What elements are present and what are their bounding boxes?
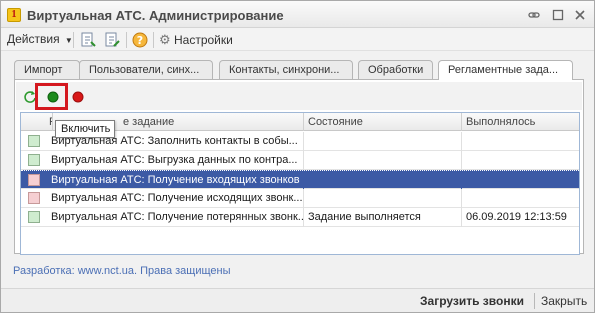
tab-panel-scheduled-tasks: Р е задание Состояние Выполнялось Виртуа… (14, 79, 584, 255)
task-status-flag (28, 174, 40, 186)
settings-button[interactable]: ⚙ Настройки (159, 31, 233, 49)
app-1c-icon: 1 (7, 8, 21, 22)
settings-label: Настройки (174, 33, 233, 47)
task-state (304, 132, 462, 151)
task-name: Виртуальная АТС: Получение входящих звон… (47, 171, 304, 190)
task-name: Виртуальная АТС: Получение исходящих зво… (47, 189, 304, 208)
tab-label: Регламентные зада... (448, 64, 559, 76)
disable-button[interactable] (68, 87, 88, 107)
help-icon[interactable]: ? (131, 31, 149, 49)
tab-processing[interactable]: Обработки (358, 60, 433, 79)
tab-label: Пользователи, синх... (89, 64, 200, 76)
table-row[interactable]: Виртуальная АТС: Получение потерянных зв… (21, 208, 579, 227)
maximize-icon[interactable] (549, 6, 567, 24)
gear-icon: ⚙ (159, 32, 171, 47)
bottom-bar: Загрузить звонки Закрыть (1, 288, 594, 312)
title-bar: 1 Виртуальная АТС. Администрирование (1, 1, 594, 28)
tab-import[interactable]: Импорт (14, 60, 80, 79)
task-state (304, 171, 462, 190)
table-row-selected[interactable]: Виртуальная АТС: Получение входящих звон… (21, 170, 579, 190)
task-status-flag (28, 135, 40, 147)
import-icon[interactable] (79, 31, 97, 49)
task-status-flag (28, 154, 40, 166)
command-bar (16, 82, 582, 110)
task-state: Задание выполняется (304, 208, 462, 227)
task-status-flag (28, 211, 40, 223)
task-executed (462, 151, 579, 170)
column-header-task[interactable]: е задание (119, 113, 304, 131)
column-header-executed[interactable]: Выполнялось (462, 113, 579, 131)
task-status-flag (28, 192, 40, 204)
tab-label: Импорт (24, 64, 63, 76)
toolbar: Действия ▼ ? ⚙ Настройки (1, 28, 594, 51)
load-calls-button[interactable]: Загрузить звонки (420, 293, 524, 309)
highlight-annotation (35, 83, 68, 110)
bottom-divider (534, 293, 535, 309)
tab-users[interactable]: Пользователи, синх... (79, 60, 213, 79)
toolbar-divider (126, 32, 127, 48)
task-name: Виртуальная АТС: Получение потерянных зв… (47, 208, 304, 227)
actions-menu[interactable]: Действия ▼ (7, 31, 73, 49)
task-executed (462, 171, 579, 190)
svg-text:?: ? (137, 34, 143, 47)
tab-label: Обработки (368, 64, 424, 76)
task-executed: 06.09.2019 12:13:59 (466, 211, 567, 223)
tab-contacts[interactable]: Контакты, синхрони... (219, 60, 353, 79)
developer-link[interactable]: Разработка: www.nct.ua. Права защищены (13, 265, 231, 277)
column-header[interactable]: Р (47, 113, 53, 131)
tab-scheduled-tasks[interactable]: Регламентные зада... (438, 60, 573, 80)
close-icon[interactable] (571, 6, 589, 24)
tab-label: Контакты, синхрони... (229, 64, 340, 76)
chevron-down-icon: ▼ (64, 36, 73, 45)
task-executed (462, 189, 579, 208)
task-state (304, 151, 462, 170)
toolbar-divider (153, 32, 154, 48)
table-row[interactable]: Виртуальная АТС: Выгрузка данных по конт… (21, 151, 579, 170)
actions-label: Действия (7, 32, 60, 46)
toolbar-divider (73, 32, 74, 48)
task-state (304, 189, 462, 208)
export-icon[interactable] (103, 31, 121, 49)
tooltip: Включить (55, 120, 115, 138)
task-executed (462, 132, 579, 151)
close-button[interactable]: Закрыть (541, 293, 587, 309)
link-icon[interactable] (525, 6, 543, 24)
table-row[interactable]: Виртуальная АТС: Получение исходящих зво… (21, 189, 579, 208)
task-name: Виртуальная АТС: Выгрузка данных по конт… (47, 151, 304, 170)
app-window: 1 Виртуальная АТС. Администрирование Дей… (0, 0, 595, 313)
window-title: Виртуальная АТС. Администрирование (27, 8, 284, 23)
column-header-state[interactable]: Состояние (304, 113, 462, 131)
